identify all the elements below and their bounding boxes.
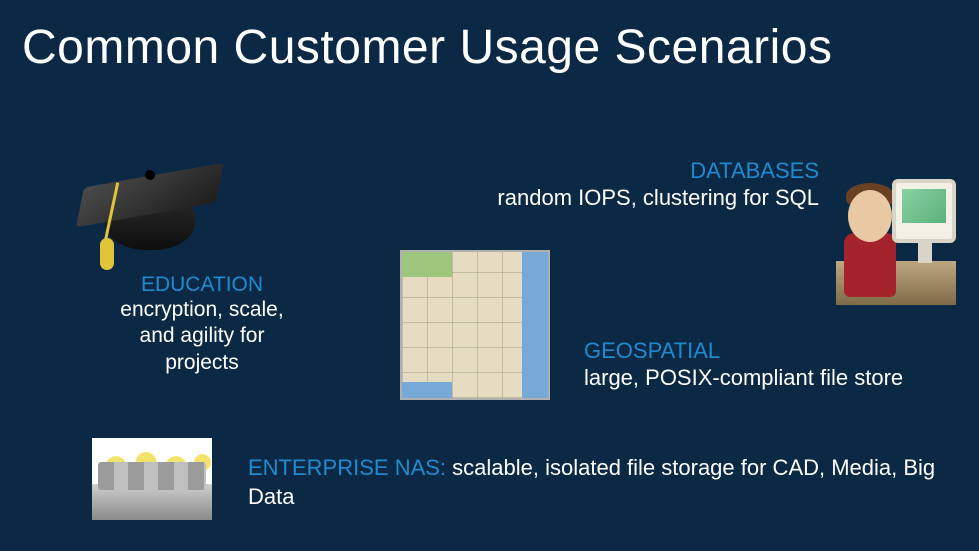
databases-text: DATABASES random IOPS, clustering for SQ… — [497, 158, 819, 212]
child-computer-icon — [836, 175, 956, 305]
geospatial-body: large, POSIX-compliant file store — [584, 364, 903, 392]
engine-icon — [92, 438, 212, 520]
map-icon — [400, 250, 550, 400]
slide-title: Common Customer Usage Scenarios — [22, 20, 832, 75]
graduation-cap-icon — [70, 140, 230, 260]
education-heading: EDUCATION — [112, 273, 292, 297]
geospatial-heading: GEOSPATIAL — [584, 338, 903, 364]
education-body: encryption, scale, and agility for proje… — [112, 297, 292, 376]
databases-body: random IOPS, clustering for SQL — [497, 184, 819, 212]
enterprise-text: ENTERPRISE NAS: scalable, isolated file … — [248, 454, 979, 511]
geospatial-text: GEOSPATIAL large, POSIX-compliant file s… — [584, 338, 903, 392]
databases-heading: DATABASES — [497, 158, 819, 184]
education-text: EDUCATION encryption, scale, and agility… — [112, 273, 292, 376]
enterprise-heading: ENTERPRISE NAS: — [248, 455, 446, 480]
